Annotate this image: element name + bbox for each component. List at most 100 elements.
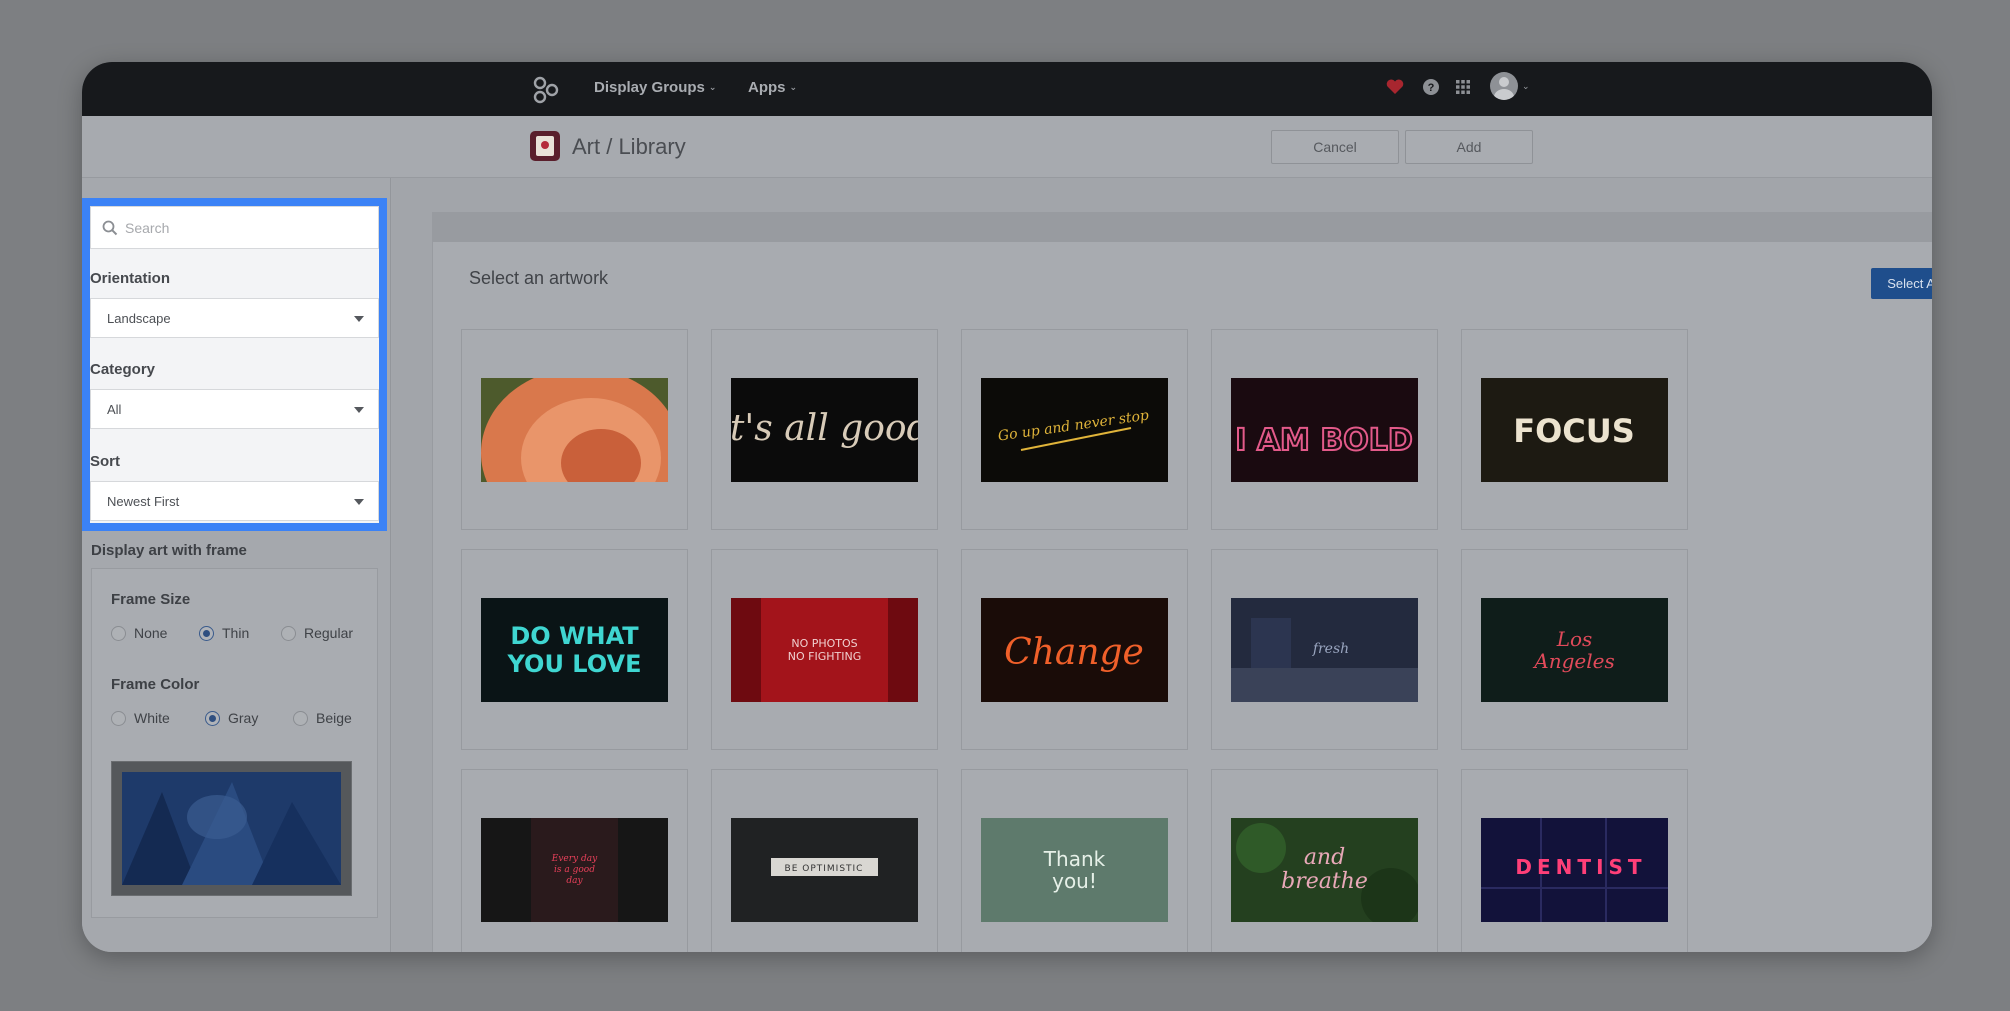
artwork-text: I AM BOLD	[1235, 423, 1413, 458]
frame-size-thin-radio[interactable]: Thin	[199, 625, 281, 641]
app-window: Display Groups ⌄ Apps ⌄ ? ⌄ Art / Librar…	[82, 62, 1932, 952]
nav-apps[interactable]: Apps ⌄	[748, 79, 797, 96]
radio-label: Thin	[222, 625, 250, 641]
artwork-text: DO WHAT YOU LOVE	[507, 622, 642, 678]
caret-down-icon	[354, 316, 364, 322]
artwork-tile[interactable]	[461, 329, 688, 530]
cancel-button[interactable]: Cancel	[1271, 130, 1399, 164]
artwork-tile[interactable]: DO WHAT YOU LOVE	[461, 549, 688, 750]
search-input[interactable]	[125, 219, 345, 236]
sort-select[interactable]: Newest First	[90, 481, 379, 521]
radio-label: None	[134, 625, 168, 641]
orientation-select[interactable]: Landscape	[90, 298, 379, 338]
artwork-thumbnail: and breathe	[1231, 818, 1418, 922]
frame-size-none-radio[interactable]: None	[111, 625, 199, 641]
radio-button-selected[interactable]	[199, 625, 214, 641]
artwork-tile[interactable]: NO PHOTOS NO FIGHTING	[711, 549, 938, 750]
page-title: Art / Library	[572, 134, 686, 159]
frame-color-gray-radio[interactable]: Gray	[205, 710, 293, 726]
orientation-label: Orientation	[90, 270, 171, 287]
app-logo-icon[interactable]	[530, 75, 560, 105]
artwork-tile[interactable]: it's all good	[711, 329, 938, 530]
category-select[interactable]: All	[90, 389, 379, 429]
avatar	[1490, 72, 1518, 100]
filter-sidebar: Orientation Landscape Category All Sort …	[82, 178, 391, 952]
artwork-tile[interactable]: Thank you!	[961, 769, 1188, 952]
select-all-button[interactable]: Select All	[1871, 268, 1932, 299]
filter-panel-highlight: Orientation Landscape Category All Sort …	[82, 198, 387, 531]
artwork-thumbnail: Every day is a good day	[481, 818, 668, 922]
artwork-text: FOCUS	[1513, 412, 1635, 450]
artwork-tile[interactable]: FOCUS	[1461, 329, 1688, 530]
artwork-thumbnail: Los Angeles	[1481, 598, 1668, 702]
frame-color-label: Frame Color	[111, 676, 200, 693]
radio-button[interactable]	[111, 710, 126, 726]
main-content: Select an artwork Select All it's all go…	[392, 178, 1932, 952]
select-artwork-title: Select an artwork	[469, 268, 609, 288]
artwork-text: it's all good	[731, 408, 918, 449]
artwork-thumbnail: Change	[981, 598, 1168, 702]
page-header: Art / Library Cancel Add	[82, 116, 1932, 178]
artwork-tile[interactable]: and breathe	[1211, 769, 1438, 952]
frame-size-regular-radio[interactable]: Regular	[281, 625, 353, 641]
nav-apps-label: Apps	[748, 79, 786, 96]
chevron-down-icon: ⌄	[708, 82, 717, 92]
add-button[interactable]: Add	[1405, 130, 1533, 164]
art-library-app-icon	[530, 131, 560, 161]
search-box[interactable]	[90, 206, 379, 249]
frame-heading: Display art with frame	[91, 542, 247, 559]
caret-down-icon	[354, 407, 364, 413]
frame-color-options: White Gray Beige	[111, 710, 352, 726]
artwork-text: Thank you!	[1043, 847, 1106, 893]
artwork-thumbnail: Thank you!	[981, 818, 1168, 922]
caret-down-icon	[354, 499, 364, 505]
artwork-text: Every day is a good day	[551, 853, 598, 886]
radio-label: Gray	[228, 710, 259, 726]
artwork-thumbnail: DO WHAT YOU LOVE	[481, 598, 668, 702]
artwork-tile[interactable]: DENTIST	[1461, 769, 1688, 952]
category-label: Category	[90, 361, 156, 378]
chevron-down-icon: ⌄	[1522, 80, 1530, 91]
sort-value: Newest First	[107, 493, 180, 509]
artwork-tile[interactable]: BE OPTIMISTIC	[711, 769, 938, 952]
artwork-text: and breathe	[1281, 845, 1368, 894]
orientation-value: Landscape	[107, 310, 171, 326]
artwork-thumbnail: BE OPTIMISTIC	[731, 818, 918, 922]
artwork-text: Change	[1004, 632, 1144, 673]
heart-icon[interactable]	[1384, 76, 1406, 98]
artwork-tile[interactable]: fresh	[1211, 549, 1438, 750]
radio-button-selected[interactable]	[205, 710, 220, 726]
artwork-thumbnail: Go up and never stop	[981, 378, 1168, 482]
radio-button[interactable]	[111, 625, 126, 641]
radio-label: White	[134, 710, 170, 726]
artwork-thumbnail: fresh	[1231, 598, 1418, 702]
search-icon	[102, 220, 118, 235]
artwork-thumbnail: DENTIST	[1481, 818, 1668, 922]
frame-color-white-radio[interactable]: White	[111, 710, 205, 726]
frame-preview	[111, 761, 352, 896]
sort-label: Sort	[90, 453, 120, 470]
artwork-text: NO PHOTOS NO FIGHTING	[787, 637, 862, 663]
artwork-tile[interactable]: Go up and never stop	[961, 329, 1188, 530]
help-icon[interactable]: ?	[1420, 76, 1442, 98]
nav-display-groups[interactable]: Display Groups ⌄	[594, 79, 716, 96]
radio-button[interactable]	[293, 710, 308, 726]
frame-color-beige-radio[interactable]: Beige	[293, 710, 352, 726]
artwork-thumbnail: it's all good	[731, 378, 918, 482]
frame-size-options: None Thin Regular	[111, 625, 353, 641]
radio-button[interactable]	[281, 625, 296, 641]
frame-options-panel: Frame Size None Thin Regular Frame Color	[91, 568, 378, 918]
artwork-text: Los Angeles	[1534, 627, 1615, 673]
artwork-text: fresh	[1312, 641, 1349, 657]
artwork-tile[interactable]: Change	[961, 549, 1188, 750]
artwork-tile[interactable]: I AM BOLD	[1211, 329, 1438, 530]
toolbar-strip	[432, 212, 1932, 242]
user-menu[interactable]: ⌄	[1490, 72, 1530, 100]
apps-grid-icon[interactable]	[1452, 76, 1474, 98]
category-value: All	[107, 401, 122, 417]
artwork-thumbnail	[481, 378, 668, 482]
artwork-tile[interactable]: Every day is a good day	[461, 769, 688, 952]
radio-label: Regular	[304, 625, 354, 641]
preview-artwork	[122, 772, 341, 885]
artwork-tile[interactable]: Los Angeles	[1461, 549, 1688, 750]
